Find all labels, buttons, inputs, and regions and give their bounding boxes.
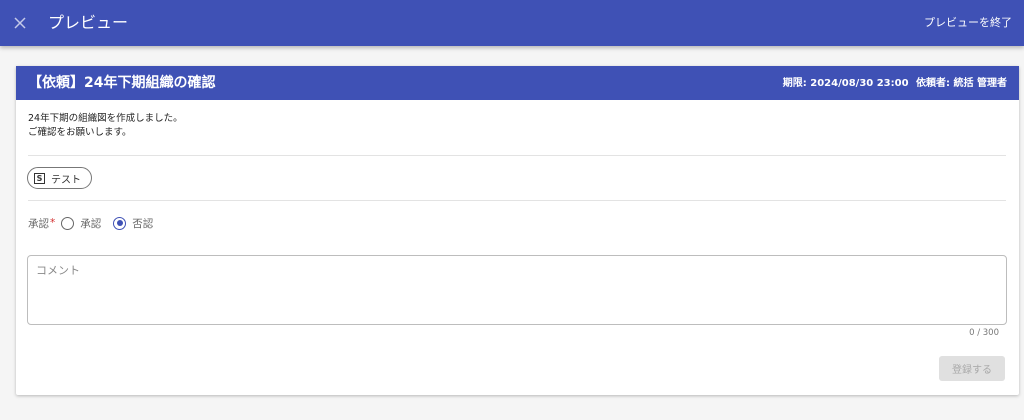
approval-label: 承認 bbox=[28, 217, 49, 230]
request-card-header: 【依頼】24年下期組織の確認 期限: 2024/08/30 23:00 依頼者:… bbox=[16, 66, 1019, 100]
submit-button[interactable]: 登録する bbox=[939, 356, 1005, 381]
deadline-text: 期限: 2024/08/30 23:00 bbox=[782, 78, 909, 89]
approval-radio-group: 承認 * 承認 否認 bbox=[28, 214, 165, 232]
divider bbox=[28, 200, 1006, 201]
comment-input[interactable] bbox=[27, 255, 1007, 325]
close-icon bbox=[14, 17, 26, 29]
preview-title: プレビュー bbox=[48, 13, 129, 32]
request-message: 24年下期の組織図を作成しました。 ご確認をお願いします。 bbox=[28, 112, 183, 140]
divider bbox=[28, 155, 1006, 156]
request-card: 【依頼】24年下期組織の確認 期限: 2024/08/30 23:00 依頼者:… bbox=[16, 66, 1019, 395]
radio-reject[interactable]: 否認 bbox=[113, 216, 153, 231]
message-line: 24年下期の組織図を作成しました。 bbox=[28, 113, 183, 124]
radio-approve[interactable]: 承認 bbox=[61, 216, 101, 231]
requester-text: 依頼者: 統括 管理者 bbox=[916, 78, 1007, 89]
attachment-type-icon: S bbox=[34, 172, 45, 184]
preview-top-bar: プレビュー プレビューを終了 bbox=[0, 0, 1024, 46]
exit-preview-button[interactable]: プレビューを終了 bbox=[924, 16, 1012, 30]
required-mark: * bbox=[50, 217, 56, 229]
comment-char-counter: 0 / 300 bbox=[969, 328, 999, 338]
radio-reject-label: 否認 bbox=[132, 217, 154, 230]
request-meta: 期限: 2024/08/30 23:00 依頼者: 統括 管理者 bbox=[779, 77, 1007, 90]
radio-reject-circle[interactable] bbox=[113, 216, 127, 230]
attachment-chip[interactable]: S テスト bbox=[27, 167, 92, 189]
attachment-label: テスト bbox=[51, 174, 81, 186]
close-preview-button[interactable] bbox=[8, 11, 32, 35]
request-title: 【依頼】24年下期組織の確認 bbox=[28, 75, 216, 91]
message-line: ご確認をお願いします。 bbox=[28, 127, 132, 138]
radio-approve-label: 承認 bbox=[80, 217, 102, 230]
radio-approve-circle[interactable] bbox=[61, 216, 75, 230]
